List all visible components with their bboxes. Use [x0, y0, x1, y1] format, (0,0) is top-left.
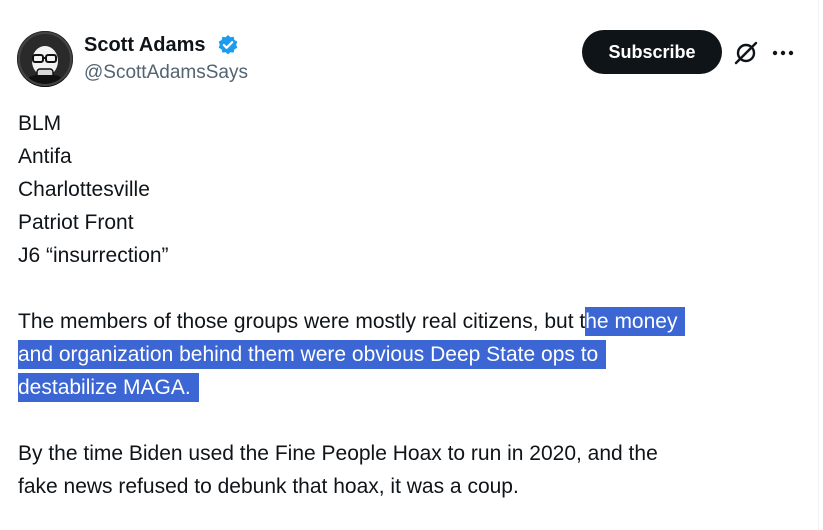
post-line-charlottesville: Charlottesville: [18, 178, 150, 201]
post-card: Scott Adams @ScottAdamsSays Subscribe BL…: [0, 0, 819, 530]
post-paragraph2-line2: and organization behind them were obviou…: [18, 338, 788, 371]
selected-text: and organization behind them were obviou…: [18, 340, 607, 369]
grok-icon[interactable]: [733, 40, 759, 66]
post-line-patriot-front: Patriot Front: [18, 211, 134, 234]
more-options-icon[interactable]: [770, 40, 796, 66]
post-line-j6: J6 “insurrection”: [18, 244, 169, 267]
subscribe-button[interactable]: Subscribe: [582, 30, 722, 74]
selected-text: he money: [585, 307, 686, 336]
paragraph2-plain-text: The members of those groups were mostly …: [18, 310, 586, 333]
author-handle[interactable]: @ScottAdamsSays: [84, 61, 248, 85]
post-paragraph2-line1: The members of those groups were mostly …: [18, 305, 788, 338]
author-display-name[interactable]: Scott Adams: [84, 33, 206, 57]
post-line-blm: BLM: [18, 112, 62, 135]
post-paragraph3-line1: By the time Biden used the Fine People H…: [18, 442, 658, 465]
avatar[interactable]: [17, 31, 73, 87]
post-line-antifa: Antifa: [18, 145, 72, 168]
post-paragraph2-line3: destabilize MAGA.: [18, 371, 788, 404]
selected-text: destabilize MAGA.: [18, 373, 199, 402]
post-text: BLM Antifa Charlottesville Patriot Front…: [18, 107, 788, 503]
cartoon-avatar-icon: [17, 31, 73, 87]
verified-badge-icon[interactable]: [217, 34, 239, 56]
post-paragraph3-line2: fake news refused to debunk that hoax, i…: [18, 475, 519, 498]
